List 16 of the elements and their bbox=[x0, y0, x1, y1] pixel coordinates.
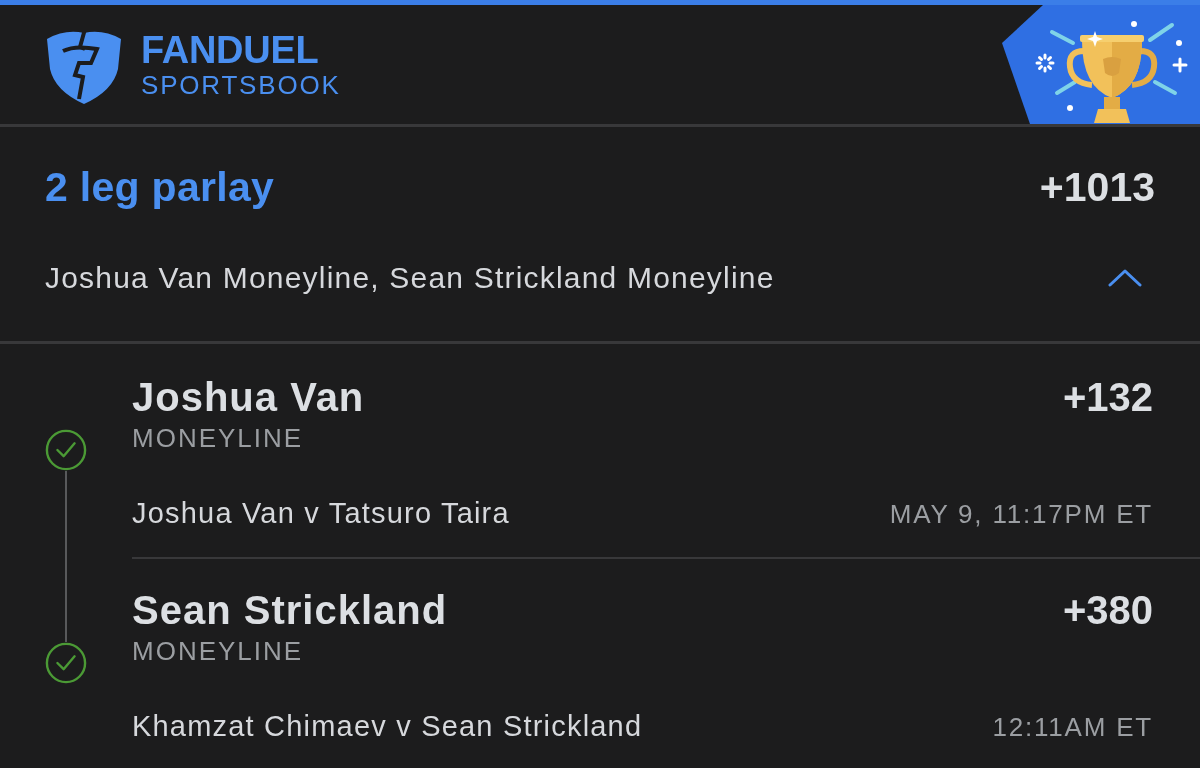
brand-subtitle: SPORTSBOOK bbox=[141, 70, 341, 100]
event-matchup: Joshua Van v Tatsuro Taira bbox=[132, 497, 510, 529]
event-time: 12:11AM ET bbox=[992, 711, 1153, 743]
event-matchup: Khamzat Chimaev v Sean Strickland bbox=[132, 710, 643, 742]
parlay-summary: Joshua Van Moneyline, Sean Strickland Moneyline bbox=[45, 260, 775, 296]
leg-odds: +380 bbox=[1062, 587, 1153, 633]
market-label: MONEYLINE bbox=[132, 636, 304, 666]
brand-name: FANDUEL bbox=[141, 32, 319, 68]
leg-odds: +132 bbox=[1062, 374, 1153, 420]
chevron-up-icon[interactable] bbox=[1108, 269, 1142, 287]
event-time: MAY 9, 11:17PM ET bbox=[889, 498, 1153, 530]
selection-name: Joshua Van bbox=[132, 374, 365, 420]
market-label: MONEYLINE bbox=[132, 423, 304, 453]
selection-name: Sean Strickland bbox=[132, 587, 448, 633]
parlay-odds: +1013 bbox=[1039, 163, 1155, 211]
parlay-title: 2 leg parlay bbox=[45, 163, 275, 211]
